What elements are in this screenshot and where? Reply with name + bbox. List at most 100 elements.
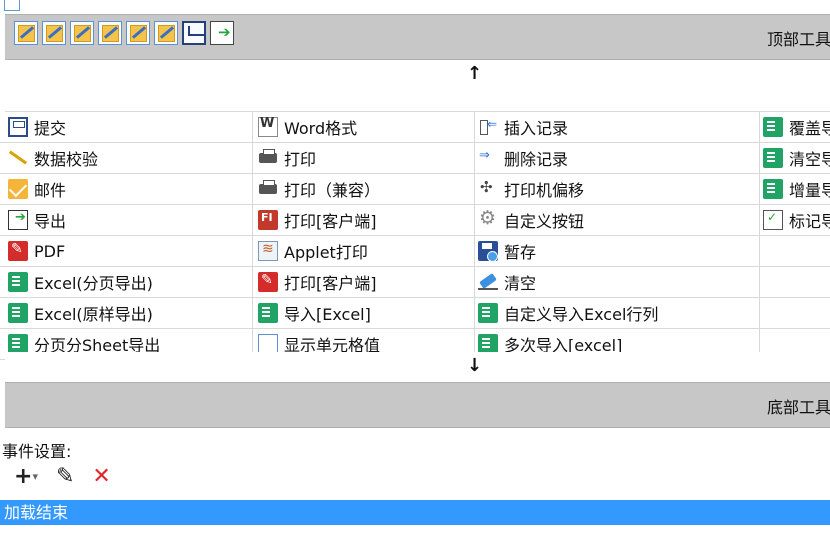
grid-cell-printer-offset[interactable]: 打印机偏移 <box>475 174 760 204</box>
chevron-down-icon: ▾ <box>32 470 38 483</box>
pdf-icon <box>8 241 28 261</box>
cell-label: 导入[Excel] <box>284 305 371 324</box>
bottom-toolbar: 底部工具 <box>5 382 830 428</box>
top-strip <box>0 0 830 14</box>
grid-cell-print-client[interactable]: 打印[客户端] <box>253 205 475 235</box>
grid-cell-submit[interactable]: 提交 <box>0 112 253 142</box>
magic-wand-icon <box>8 148 28 168</box>
excel-icon <box>8 334 28 354</box>
excel-icon <box>8 303 28 323</box>
export-icon[interactable] <box>210 21 234 45</box>
grid-cell-excel-paged[interactable]: Excel(分页导出) <box>0 267 253 297</box>
grid-row: 提交 Word格式 插入记录 覆盖导 <box>0 112 830 143</box>
excel-icon <box>763 117 783 137</box>
edit-icon[interactable] <box>42 21 66 45</box>
cell-label: 插入记录 <box>504 119 569 138</box>
grid-row: 数据校验 打印 删除记录 清空导 <box>0 143 830 174</box>
cell-label: Word格式 <box>284 119 358 138</box>
mail-icon <box>8 179 28 199</box>
excel-icon <box>763 179 783 199</box>
insert-row-icon <box>478 117 498 137</box>
edit-icon[interactable] <box>70 21 94 45</box>
cell-label: 提交 <box>34 119 67 138</box>
close-icon: ✕ <box>92 464 111 489</box>
cell-label: 数据校验 <box>34 150 99 169</box>
cell-label: 覆盖导 <box>789 119 830 138</box>
grid-cell-print-compat[interactable]: 打印（兼容） <box>253 174 475 204</box>
edit-icon[interactable] <box>98 21 122 45</box>
grid-cell-stash[interactable]: 暂存 <box>475 236 760 266</box>
edit-icon[interactable] <box>126 21 150 45</box>
move-down-row: ↓ <box>5 352 830 383</box>
excel-icon <box>8 272 28 292</box>
cell-label: PDF <box>34 241 66 261</box>
cell-label: 暂存 <box>504 243 537 262</box>
grid-cell-import-excel[interactable]: 导入[Excel] <box>253 298 475 328</box>
grid-cell-incremental-import[interactable]: 增量导 <box>760 174 830 204</box>
grid-cell-empty <box>760 298 830 328</box>
grid-cell-pdf-print-client[interactable]: 打印[客户端] <box>253 267 475 297</box>
save-icon[interactable] <box>182 21 206 45</box>
cell-label: 增量导 <box>789 181 830 200</box>
button-grid: 提交 Word格式 插入记录 覆盖导 数据校验 打印 删除记录 清空导 邮件 打… <box>0 112 830 360</box>
grid-cell-clear[interactable]: 清空 <box>475 267 760 297</box>
arrow-down-icon[interactable]: ↓ <box>467 355 482 376</box>
cell-label: 删除记录 <box>504 150 569 169</box>
grid-cell-insert-record[interactable]: 插入记录 <box>475 112 760 142</box>
grid-cell-print[interactable]: 打印 <box>253 143 475 173</box>
grid-cell-custom-import[interactable]: 自定义导入Excel行列 <box>475 298 760 328</box>
grid-cell-empty <box>760 267 830 297</box>
cell-label: 自定义导入Excel行列 <box>504 305 659 324</box>
cell-label: 打印[客户端] <box>284 274 377 293</box>
cell-icon <box>258 334 278 354</box>
grid-cell-clear-import[interactable]: 清空导 <box>760 143 830 173</box>
cell-label: 导出 <box>34 212 67 231</box>
grid-row: 邮件 打印（兼容） 打印机偏移 增量导 <box>0 174 830 205</box>
cell-label: 清空 <box>504 274 537 293</box>
word-icon <box>258 116 278 137</box>
excel-icon <box>478 334 498 354</box>
grid-cell-custom-button[interactable]: 自定义按钮 <box>475 205 760 235</box>
mark-icon <box>763 210 783 230</box>
grid-row: Excel(原样导出) 导入[Excel] 自定义导入Excel行列 <box>0 298 830 329</box>
cell-label: Applet打印 <box>284 243 368 262</box>
grid-cell-email[interactable]: 邮件 <box>0 174 253 204</box>
cell-label: 标记导 <box>789 212 830 231</box>
grid-row: PDF Applet打印 暂存 <box>0 236 830 267</box>
pencil-icon: ✎ <box>55 464 75 489</box>
printer-icon <box>258 148 278 168</box>
eraser-icon <box>478 272 498 292</box>
grid-cell-empty <box>760 236 830 266</box>
move-up-row: ↑ <box>5 60 830 91</box>
edit-event-button[interactable]: ✎ <box>56 464 74 490</box>
add-event-button[interactable]: +▾ <box>14 464 38 490</box>
event-actions: +▾ ✎ ✕ <box>14 464 111 490</box>
event-item-selected[interactable]: 加载结束 <box>0 500 830 525</box>
grid-cell-export[interactable]: 导出 <box>0 205 253 235</box>
grid-cell-mark-import[interactable]: 标记导 <box>760 205 830 235</box>
grid-cell-excel-original[interactable]: Excel(原样导出) <box>0 298 253 328</box>
grid-cell-validate[interactable]: 数据校验 <box>0 143 253 173</box>
excel-icon <box>478 303 498 323</box>
cell-label: Excel(原样导出) <box>34 305 153 324</box>
plus-icon: + <box>14 464 33 489</box>
move-icon <box>478 178 498 199</box>
stash-icon <box>478 241 498 262</box>
grid-row: 导出 打印[客户端] 自定义按钮 标记导 <box>0 205 830 236</box>
cell-label: 邮件 <box>34 181 67 200</box>
grid-cell-delete-record[interactable]: 删除记录 <box>475 143 760 173</box>
edit-icon[interactable] <box>14 21 38 45</box>
grid-cell-pdf[interactable]: PDF <box>0 236 253 266</box>
delete-event-button[interactable]: ✕ <box>92 464 110 490</box>
cell-label: 打印[客户端] <box>284 212 377 231</box>
flash-print-icon <box>258 210 278 230</box>
grid-cell-overwrite-import[interactable]: 覆盖导 <box>760 112 830 142</box>
submit-icon <box>8 117 28 137</box>
grid-cell-applet-print[interactable]: Applet打印 <box>253 236 475 266</box>
top-toolbar-title: 顶部工具 <box>767 30 830 49</box>
edit-icon[interactable] <box>154 21 178 45</box>
cell-label: 打印 <box>284 150 317 169</box>
arrow-up-icon[interactable]: ↑ <box>467 63 482 84</box>
event-settings-label: 事件设置: <box>2 442 72 461</box>
grid-cell-word[interactable]: Word格式 <box>253 112 475 142</box>
